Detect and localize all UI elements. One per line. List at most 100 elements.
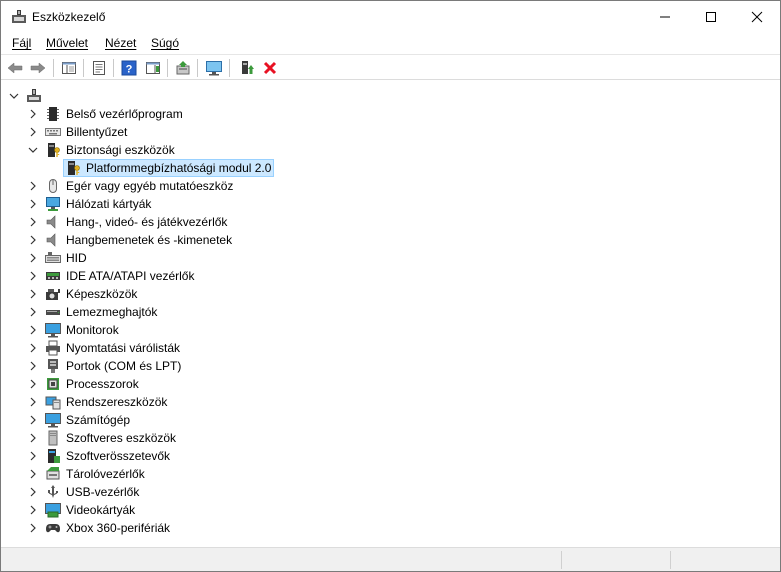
window-title: Eszközkezelő: [32, 10, 106, 24]
tree-item-label: Processzorok: [66, 377, 139, 391]
action-pane-icon: [146, 62, 160, 74]
menu-help[interactable]: Súgó: [151, 36, 179, 50]
computer-icon: [45, 413, 61, 428]
tree-category-item[interactable]: Hangbemenetek és -kimenetek: [1, 231, 780, 249]
chevron-right-icon[interactable]: [27, 270, 39, 282]
properties-button[interactable]: [89, 58, 109, 78]
tree-category-item[interactable]: Lemezmeghajtók: [1, 303, 780, 321]
minimize-button[interactable]: [642, 1, 688, 32]
device-manager-window: Eszközkezelő Fájl Művelet Nézet Súgó ? B…: [0, 0, 781, 572]
chevron-right-icon[interactable]: [27, 414, 39, 426]
chevron-right-icon[interactable]: [27, 198, 39, 210]
menu-action[interactable]: Művelet: [46, 36, 88, 50]
tree-category-item[interactable]: Billentyűzet: [1, 123, 780, 141]
tree-category-item[interactable]: Nyomtatási várólisták: [1, 339, 780, 357]
title-bar[interactable]: Eszközkezelő: [1, 1, 780, 32]
show-hide-console-tree-icon: [62, 62, 76, 74]
chevron-right-icon[interactable]: [27, 108, 39, 120]
tree-category-item[interactable]: Xbox 360-perifériák: [1, 519, 780, 537]
tree-category-item[interactable]: Videokártyák: [1, 501, 780, 519]
chevron-right-icon[interactable]: [27, 504, 39, 516]
tree-category-item[interactable]: Szoftverösszetevők: [1, 447, 780, 465]
chevron-right-icon[interactable]: [27, 450, 39, 462]
tree-item-label: Xbox 360-perifériák: [66, 521, 171, 535]
chevron-right-icon[interactable]: [27, 126, 39, 138]
tree-item-label: Szoftverösszetevők: [66, 449, 171, 463]
uninstall-device-button[interactable]: [260, 58, 280, 78]
tree-category-item[interactable]: Számítógép: [1, 411, 780, 429]
firmware-icon: [47, 107, 59, 121]
tree-category-item[interactable]: Hálózati kártyák: [1, 195, 780, 213]
display-adapter-icon: [45, 503, 61, 518]
tree-category-item[interactable]: IDE ATA/ATAPI vezérlők: [1, 267, 780, 285]
port-icon: [48, 359, 58, 373]
tree-category-item[interactable]: USB-vezérlők: [1, 483, 780, 501]
chevron-right-icon[interactable]: [27, 288, 39, 300]
enable-device-button[interactable]: [237, 58, 257, 78]
tree-category-item[interactable]: Monitorok: [1, 321, 780, 339]
minimize-icon: [660, 16, 670, 17]
tree-category-item[interactable]: Tárolóvezérlők: [1, 465, 780, 483]
tree-child-item[interactable]: Platformmegbízhatósági modul 2.0: [1, 159, 780, 177]
tree-category-item[interactable]: Hang-, videó- és játékvezérlők: [1, 213, 780, 231]
chevron-right-icon[interactable]: [27, 216, 39, 228]
scan-hardware-button[interactable]: [204, 58, 224, 78]
chevron-right-icon[interactable]: [27, 180, 39, 192]
chevron-right-icon[interactable]: [27, 342, 39, 354]
tree-category-item[interactable]: Képeszközök: [1, 285, 780, 303]
maximize-button[interactable]: [688, 1, 734, 32]
close-icon: [751, 11, 763, 22]
chevron-right-icon[interactable]: [27, 432, 39, 444]
tree-item-label: Hálózati kártyák: [66, 197, 152, 211]
close-button[interactable]: [734, 1, 780, 32]
tree-item-label: Billentyűzet: [66, 125, 128, 139]
tree-item-label: Hangbemenetek és -kimenetek: [66, 233, 233, 247]
chevron-down-icon[interactable]: [27, 144, 39, 156]
update-driver-button[interactable]: [173, 58, 193, 78]
help-button[interactable]: ?: [119, 58, 139, 78]
tree-item-label: HID: [66, 251, 87, 265]
ide-controller-icon: [46, 272, 60, 280]
device-manager-app-icon: [12, 10, 26, 23]
tree-item-label: Számítógép: [66, 413, 131, 427]
tree-item-label: Hang-, videó- és játékvezérlők: [66, 215, 228, 229]
tree-category-item[interactable]: Szoftveres eszközök: [1, 429, 780, 447]
forward-button[interactable]: [28, 58, 48, 78]
chevron-right-icon[interactable]: [27, 306, 39, 318]
tree-category-item[interactable]: Egér vagy egyéb mutatóeszköz: [1, 177, 780, 195]
tree-category-item[interactable]: Biztonsági eszközök: [1, 141, 780, 159]
tree-root[interactable]: [1, 87, 780, 105]
chevron-right-icon[interactable]: [27, 396, 39, 408]
computer-root-icon: [27, 89, 41, 102]
update-driver-icon: [176, 61, 190, 75]
disk-drive-icon: [46, 310, 60, 315]
chevron-right-icon[interactable]: [27, 486, 39, 498]
tpm-icon: [68, 161, 80, 175]
menu-file[interactable]: Fájl: [12, 36, 31, 50]
security-device-icon: [48, 143, 60, 157]
tree-category-item[interactable]: HID: [1, 249, 780, 267]
tree-category-item[interactable]: Belső vezérlőprogram: [1, 105, 780, 123]
chevron-right-icon[interactable]: [27, 234, 39, 246]
toolbar-separator: [83, 59, 84, 77]
back-button[interactable]: [5, 58, 25, 78]
chevron-down-icon[interactable]: [8, 90, 20, 102]
chevron-right-icon[interactable]: [27, 360, 39, 372]
chevron-right-icon[interactable]: [27, 252, 39, 264]
menu-view[interactable]: Nézet: [105, 36, 136, 50]
chevron-right-icon[interactable]: [27, 468, 39, 480]
tree-item-label: Lemezmeghajtók: [66, 305, 158, 319]
chevron-right-icon[interactable]: [27, 324, 39, 336]
tree-category-item[interactable]: Rendszereszközök: [1, 393, 780, 411]
software-component-icon: [48, 449, 60, 463]
toolbar-separator: [113, 59, 114, 77]
chevron-right-icon[interactable]: [27, 378, 39, 390]
status-separator: [561, 551, 562, 569]
tree-category-item[interactable]: Processzorok: [1, 375, 780, 393]
speaker-icon: [46, 215, 56, 229]
action-pane-button[interactable]: [143, 58, 163, 78]
chevron-right-icon[interactable]: [27, 522, 39, 534]
show-hide-console-tree-button[interactable]: [59, 58, 79, 78]
tree-category-item[interactable]: Portok (COM és LPT): [1, 357, 780, 375]
svg-text:?: ?: [126, 64, 133, 76]
